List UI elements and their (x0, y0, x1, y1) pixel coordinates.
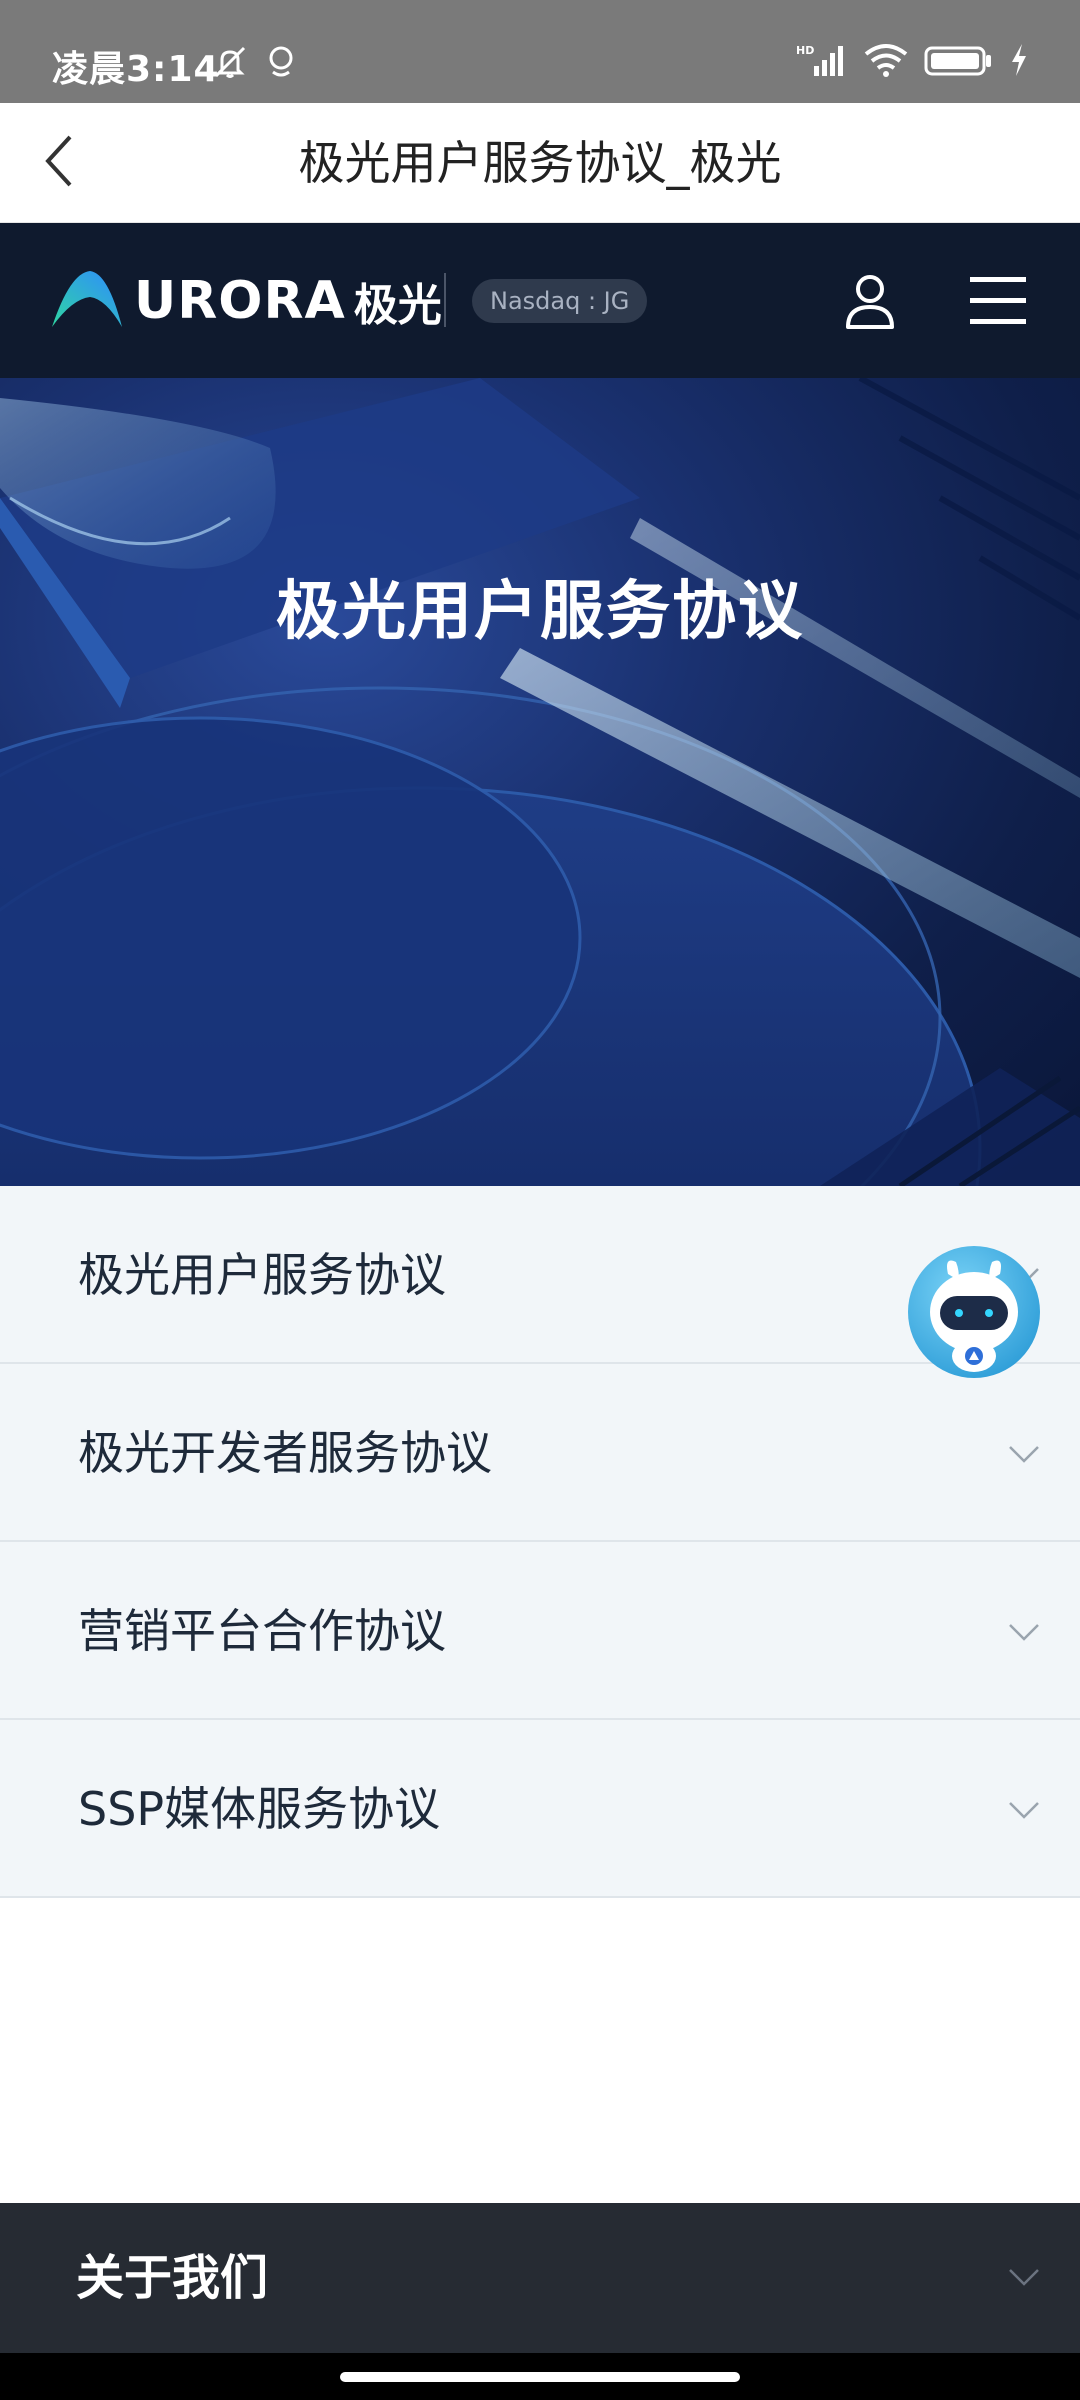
hamburger-menu-icon (968, 277, 1028, 333)
status-bar: 凌晨3:14 HD (0, 0, 1080, 103)
aurora-logo[interactable]: URORA 极光 (50, 269, 442, 333)
aurora-logo-icon (50, 269, 124, 333)
agreement-label: 极光开发者服务协议 (78, 1426, 492, 1480)
robot-icon (906, 1246, 1042, 1384)
status-right-icons: HD (796, 42, 1030, 82)
hero-title: 极光用户服务协议 (276, 575, 804, 649)
menu-button[interactable] (968, 273, 1028, 329)
logo-divider (444, 273, 446, 327)
title-bar: 极光用户服务协议_极光 (0, 103, 1080, 223)
chevron-down-icon (1006, 1614, 1042, 1650)
logo-cn-text: 极光 (353, 280, 442, 331)
page-title: 极光用户服务协议_极光 (298, 136, 782, 190)
hero-background-art (0, 378, 1080, 1186)
location-icon (264, 42, 298, 86)
nasdaq-badge: Nasdaq : JG (472, 279, 648, 323)
battery-icon (924, 42, 994, 82)
chatbot-button[interactable] (906, 1244, 1042, 1380)
wifi-icon (862, 42, 910, 82)
agreement-label: 极光用户服务协议 (78, 1248, 446, 1302)
signal-icon: HD (796, 42, 848, 82)
status-time: 凌晨3:14 (52, 49, 220, 90)
agreement-item-marketing-platform[interactable]: 营销平台合作协议 (0, 1542, 1080, 1720)
home-indicator[interactable] (340, 2372, 740, 2382)
hero-banner: 极光用户服务协议 (0, 378, 1080, 1186)
user-account-button[interactable] (838, 269, 902, 333)
chevron-down-icon (1006, 1436, 1042, 1472)
agreement-label: SSP媒体服务协议 (78, 1782, 441, 1836)
mute-icon (210, 42, 250, 86)
chevron-down-icon (1006, 1792, 1042, 1828)
agreement-label: 营销平台合作协议 (78, 1604, 446, 1658)
footer-about-label: 关于我们 (76, 2250, 269, 2306)
footer-about-us[interactable]: 关于我们 (0, 2203, 1080, 2353)
agreement-item-ssp-media[interactable]: SSP媒体服务协议 (0, 1720, 1080, 1898)
agreement-item-developer-service[interactable]: 极光开发者服务协议 (0, 1364, 1080, 1542)
logo-text: URORA (134, 271, 346, 331)
charging-icon (1008, 42, 1030, 82)
status-left-icons (210, 42, 298, 86)
chevron-down-icon (1006, 2259, 1042, 2295)
user-icon (838, 275, 902, 337)
site-header: URORA 极光 Nasdaq : JG (0, 223, 1080, 378)
svg-text:HD: HD (796, 44, 814, 57)
